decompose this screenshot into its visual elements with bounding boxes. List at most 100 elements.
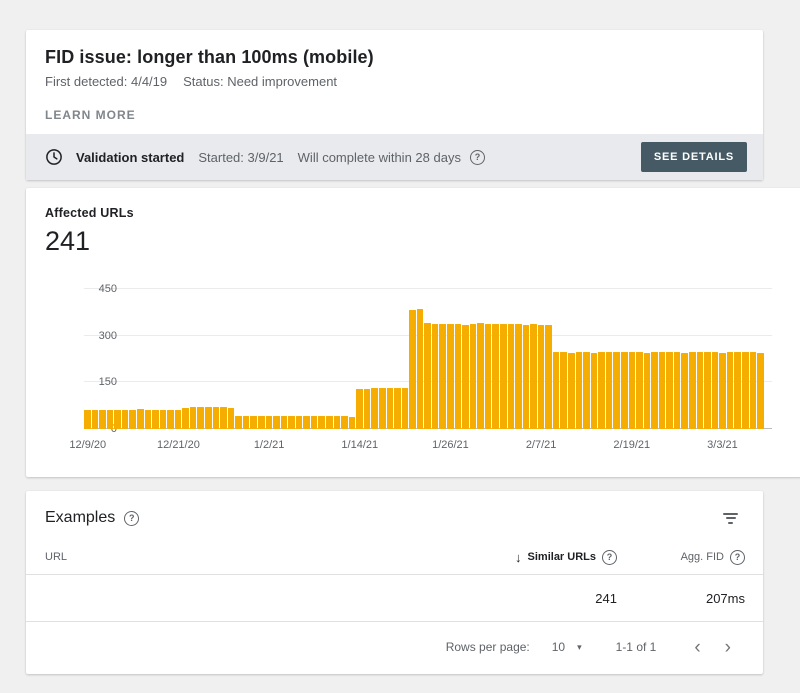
chart-bar[interactable] (220, 407, 227, 429)
see-details-button[interactable]: SEE DETAILS (641, 142, 747, 172)
chart-bar[interactable] (243, 416, 250, 429)
chart-bar[interactable] (727, 352, 734, 429)
filter-icon[interactable] (720, 510, 741, 527)
chart-bar[interactable] (122, 410, 129, 429)
chart-bar[interactable] (273, 416, 280, 429)
chart-bar[interactable] (666, 352, 673, 429)
help-icon[interactable]: ? (124, 511, 139, 526)
chart-bar[interactable] (266, 416, 273, 429)
chart-bar[interactable] (175, 410, 182, 429)
chart-bar[interactable] (371, 388, 378, 429)
chart-bar[interactable] (591, 353, 598, 429)
chart-bar[interactable] (409, 310, 416, 429)
chart-bar[interactable] (349, 417, 356, 429)
chart-bar[interactable] (681, 353, 688, 429)
chart-bar[interactable] (719, 353, 726, 429)
chart-bar[interactable] (674, 352, 681, 429)
chart-bar[interactable] (326, 416, 333, 429)
chart-bar[interactable] (439, 324, 446, 429)
chart-bar[interactable] (303, 416, 310, 429)
previous-page-button[interactable]: ‹ (686, 638, 708, 657)
chart-bar[interactable] (394, 388, 401, 429)
chart-bar[interactable] (417, 309, 424, 429)
chart-bar[interactable] (296, 416, 303, 429)
chart-bar[interactable] (523, 325, 530, 429)
chart-bar[interactable] (500, 324, 507, 429)
chart-bar[interactable] (712, 352, 719, 429)
chart-bar[interactable] (659, 352, 666, 429)
chart-bar[interactable] (99, 410, 106, 429)
chart-bar[interactable] (583, 352, 590, 429)
chart-bar[interactable] (228, 408, 235, 429)
chart-bar[interactable] (258, 416, 265, 429)
chart-bar[interactable] (689, 352, 696, 429)
chart-bar[interactable] (92, 410, 99, 429)
chart-bar[interactable] (205, 407, 212, 429)
chart-bar[interactable] (447, 324, 454, 429)
chart-bar[interactable] (757, 353, 764, 429)
chart-bar[interactable] (568, 353, 575, 429)
chart-bar[interactable] (424, 323, 431, 429)
chart-bar[interactable] (114, 410, 121, 429)
chart-bar[interactable] (613, 352, 620, 429)
chart-bar[interactable] (553, 352, 560, 429)
column-header-similar-urls[interactable]: ↓ Similar URLs ? (465, 550, 617, 565)
chart-bar[interactable] (160, 410, 167, 429)
chart-bar[interactable] (364, 389, 371, 429)
chart-bar[interactable] (432, 324, 439, 429)
chart-bar[interactable] (334, 416, 341, 429)
chart-bar[interactable] (311, 416, 318, 429)
chart-bar[interactable] (629, 352, 636, 429)
chart-bar[interactable] (492, 324, 499, 429)
chart-bar[interactable] (137, 409, 144, 429)
chart-bar[interactable] (167, 410, 174, 429)
chart-bar[interactable] (288, 416, 295, 429)
chart-bar[interactable] (107, 410, 114, 429)
chart-bar[interactable] (636, 352, 643, 429)
chart-bar[interactable] (129, 410, 136, 429)
chart-bar[interactable] (734, 352, 741, 429)
chart-bar[interactable] (530, 324, 537, 429)
chart-bar[interactable] (470, 324, 477, 429)
chart-bar[interactable] (235, 416, 242, 429)
chart-bar[interactable] (576, 352, 583, 429)
chart-bar[interactable] (477, 323, 484, 429)
chart-bar[interactable] (538, 325, 545, 429)
chart-bar[interactable] (318, 416, 325, 429)
chart-bar[interactable] (598, 352, 605, 429)
chart-bar[interactable] (455, 324, 462, 429)
chart-bar[interactable] (704, 352, 711, 429)
table-row[interactable]: 241 207ms (26, 575, 763, 622)
rows-per-page-value[interactable]: 10 (552, 640, 565, 654)
chart-bar[interactable] (281, 416, 288, 429)
help-icon[interactable]: ? (470, 150, 485, 165)
help-icon[interactable]: ? (730, 550, 745, 565)
chart-bar[interactable] (750, 352, 757, 429)
chart-bar[interactable] (213, 407, 220, 429)
chart-bar[interactable] (402, 388, 409, 429)
chart-bar[interactable] (145, 410, 152, 429)
chart-bar[interactable] (250, 416, 257, 429)
chart-bar[interactable] (606, 352, 613, 429)
learn-more-link[interactable]: LEARN MORE (45, 108, 136, 134)
chart-bar[interactable] (462, 325, 469, 429)
chart-bar[interactable] (182, 408, 189, 429)
chart-bar[interactable] (508, 324, 515, 429)
chart-bar[interactable] (152, 410, 159, 429)
chevron-down-icon[interactable]: ▾ (577, 642, 582, 653)
help-icon[interactable]: ? (602, 550, 617, 565)
chart-bar[interactable] (651, 352, 658, 429)
column-header-agg-fid[interactable]: Agg. FID ? (617, 550, 745, 565)
chart-bar[interactable] (644, 353, 651, 429)
chart-bar[interactable] (356, 389, 363, 429)
chart-bar[interactable] (197, 407, 204, 429)
chart-bar[interactable] (621, 352, 628, 429)
chart-bar[interactable] (387, 388, 394, 429)
chart-bar[interactable] (485, 324, 492, 429)
column-header-url[interactable]: URL (45, 551, 465, 563)
chart-bar[interactable] (341, 416, 348, 429)
chart-bar[interactable] (560, 352, 567, 429)
chart-bar[interactable] (697, 352, 704, 429)
next-page-button[interactable]: › (717, 638, 739, 657)
chart-bar[interactable] (84, 410, 91, 429)
